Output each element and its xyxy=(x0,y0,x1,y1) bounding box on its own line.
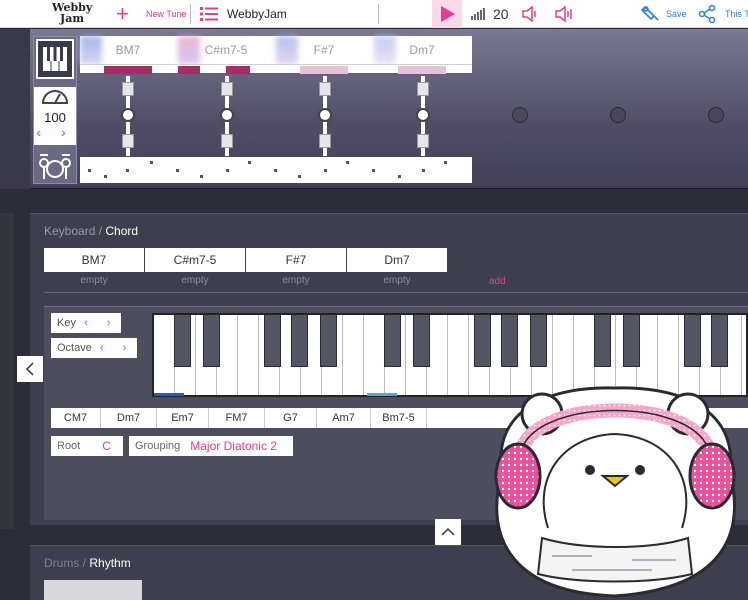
tempo-bars-icon xyxy=(471,8,485,20)
track-handle[interactable] xyxy=(221,82,233,96)
play-icon xyxy=(441,6,455,22)
tempo-number: 100 xyxy=(44,110,66,125)
prev-section-button[interactable] xyxy=(17,356,43,382)
empty-slot[interactable]: empty xyxy=(246,275,346,286)
key-control: Key ‹ › xyxy=(51,313,121,333)
song-chord-cell[interactable]: C#m7-5 xyxy=(178,36,274,64)
section-label[interactable]: Keyboard xyxy=(44,224,95,238)
song-chord-label: F#7 xyxy=(313,43,335,57)
key-arrows[interactable]: ‹ › xyxy=(84,317,118,329)
root-value: C xyxy=(102,439,111,453)
song-chord-label: C#m7-5 xyxy=(204,43,248,57)
empty-slot[interactable]: empty xyxy=(145,275,245,286)
track-handle[interactable] xyxy=(319,134,331,148)
metronome-icon xyxy=(41,90,69,104)
left-edge-panel xyxy=(0,29,30,189)
panel-header: Keyboard / Chord xyxy=(44,224,139,238)
track-handle[interactable] xyxy=(319,82,331,96)
grouping-control[interactable]: Grouping Major Diatonic 2 xyxy=(129,436,293,456)
grouping-label: Grouping xyxy=(135,440,181,452)
tempo-control: 100 ‹ › xyxy=(34,87,76,145)
grouping-value: Major Diatonic 2 xyxy=(190,439,277,453)
song-chord-label: BM7 xyxy=(115,43,141,57)
add-chord-button[interactable]: add xyxy=(489,276,506,287)
track-handle[interactable] xyxy=(221,134,233,148)
new-tune-icon[interactable]: + xyxy=(116,0,129,28)
left-edge-panel xyxy=(0,213,14,529)
track-handle[interactable] xyxy=(417,82,429,96)
panel-title: Chord xyxy=(105,224,139,238)
logo-line-2: Jam xyxy=(60,12,84,25)
app-logo[interactable]: Webby Jam xyxy=(52,2,92,24)
diatonic-chord[interactable]: G7 xyxy=(265,408,317,428)
song-chord-cell[interactable]: F#7 xyxy=(276,36,372,64)
top-toolbar: Webby Jam + New Tune WebbyJam 20 Save Th… xyxy=(0,0,748,28)
divider xyxy=(378,4,379,24)
collapse-button[interactable] xyxy=(435,519,461,545)
panel-title: Rhythm xyxy=(89,556,131,570)
empty-slot-node[interactable] xyxy=(708,107,724,123)
new-tune-button[interactable]: New Tune xyxy=(146,0,187,28)
tempo-arrows[interactable]: ‹ › xyxy=(34,125,76,139)
key-highlight xyxy=(367,393,397,396)
song-chord-track: BM7 C#m7-5 F#7 Dm7 xyxy=(80,36,472,64)
chevron-up-icon xyxy=(441,527,455,536)
menu-list-icon[interactable] xyxy=(200,0,218,28)
diatonic-chord[interactable]: Am7 xyxy=(317,408,371,428)
chord-tab[interactable]: C#m7-5 xyxy=(145,248,245,272)
melody-track[interactable] xyxy=(80,64,472,75)
root-control[interactable]: Root C xyxy=(51,436,123,456)
track-node[interactable] xyxy=(220,108,234,122)
track-handle[interactable] xyxy=(122,82,134,96)
drums-instrument-button[interactable] xyxy=(38,151,72,181)
song-chord-cell[interactable]: BM7 xyxy=(80,36,176,64)
diatonic-chord[interactable]: FM7 xyxy=(209,408,265,428)
diatonic-chord[interactable]: CM7 xyxy=(51,408,101,428)
chord-tab[interactable]: BM7 xyxy=(44,248,144,272)
track-handle[interactable] xyxy=(417,134,429,148)
diatonic-chord[interactable]: Bm7-5 xyxy=(371,408,427,428)
instrument-column: 100 ‹ › xyxy=(33,36,77,184)
volume-down-icon[interactable] xyxy=(520,0,540,28)
octave-label: Octave xyxy=(57,342,92,354)
root-label: Root xyxy=(57,440,81,452)
octave-arrows[interactable]: ‹ › xyxy=(100,342,134,354)
piano-instrument-button[interactable] xyxy=(36,39,74,79)
diatonic-chord[interactable]: Dm7 xyxy=(101,408,157,428)
key-label: Key xyxy=(57,317,76,329)
chevron-left-icon xyxy=(25,362,34,376)
share-button[interactable]: This T xyxy=(725,0,748,28)
empty-slot-node[interactable] xyxy=(512,107,528,123)
chord-tab[interactable]: Dm7 xyxy=(347,248,447,272)
volume-up-icon[interactable] xyxy=(553,0,575,28)
song-chord-label: Dm7 xyxy=(409,43,435,57)
diatonic-chord[interactable]: Em7 xyxy=(157,408,209,428)
track-node[interactable] xyxy=(318,108,332,122)
chord-tab[interactable]: F#7 xyxy=(246,248,346,272)
drums-header: Drums / Rhythm xyxy=(44,556,131,570)
empty-slot-node[interactable] xyxy=(610,107,626,123)
drum-kit-icon xyxy=(39,154,71,179)
piano-icon xyxy=(43,47,67,71)
song-chord-cell[interactable]: Dm7 xyxy=(374,36,470,64)
save-button[interactable]: Save xyxy=(666,0,687,28)
octave-control: Octave ‹ › xyxy=(51,338,137,358)
play-button[interactable] xyxy=(432,0,462,28)
drum-track[interactable] xyxy=(80,157,472,183)
save-icon[interactable] xyxy=(641,0,661,28)
section-label[interactable]: Drums xyxy=(44,556,79,570)
key-highlight xyxy=(154,393,184,396)
track-handle[interactable] xyxy=(122,134,134,148)
divider xyxy=(190,4,191,24)
bear-mascot-image xyxy=(494,386,736,598)
empty-slot[interactable]: empty xyxy=(44,275,144,286)
empty-slot[interactable]: empty xyxy=(347,275,447,286)
track-node[interactable] xyxy=(416,108,430,122)
divider xyxy=(44,292,748,293)
share-icon[interactable] xyxy=(697,0,717,28)
tempo-value[interactable]: 20 xyxy=(493,0,509,28)
track-node[interactable] xyxy=(121,108,135,122)
tune-title[interactable]: WebbyJam xyxy=(227,0,287,28)
rhythm-pattern[interactable] xyxy=(44,580,142,600)
